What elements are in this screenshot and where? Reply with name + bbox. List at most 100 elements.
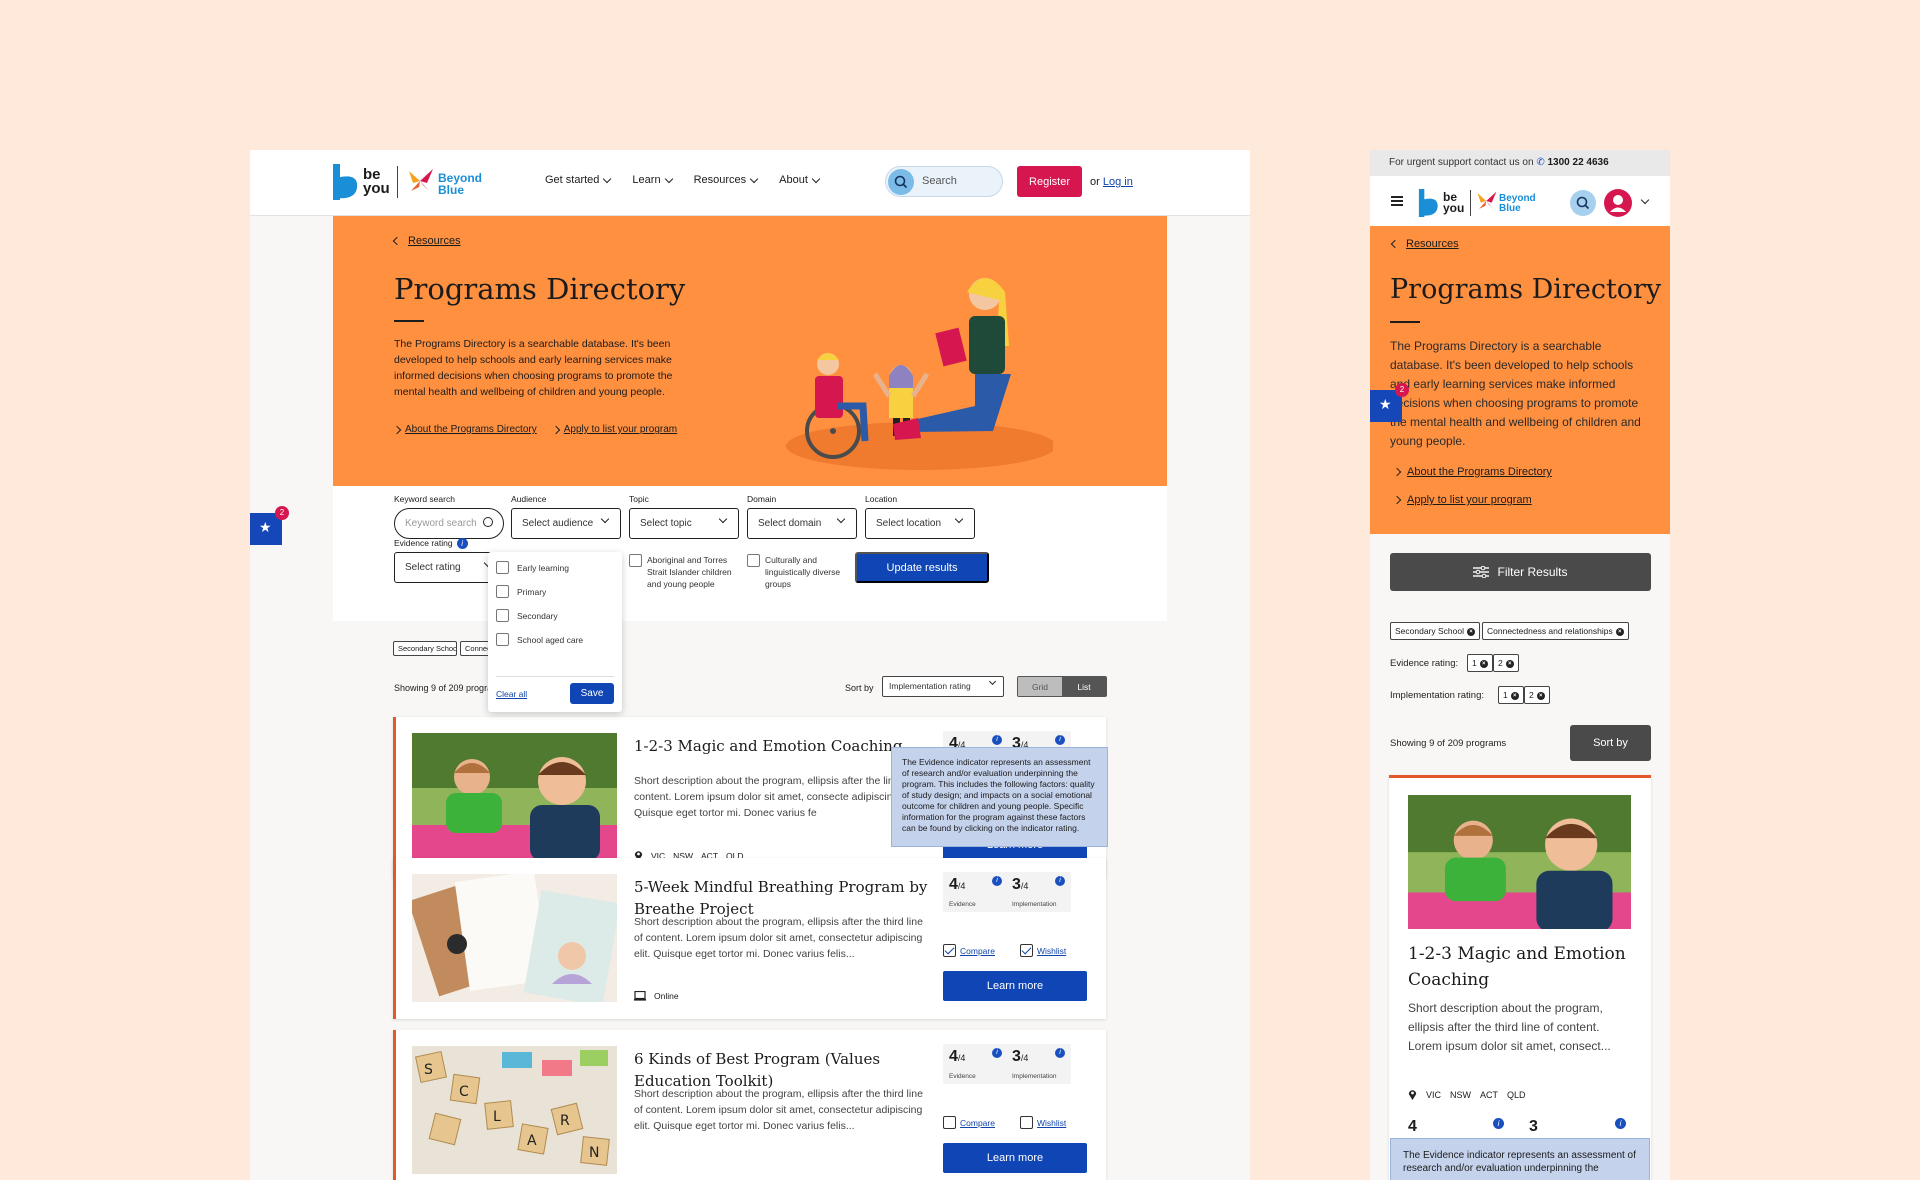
info-icon[interactable]: i (992, 876, 1002, 886)
butterfly-logo-icon[interactable] (407, 167, 435, 195)
breadcrumb[interactable]: Resources (1390, 238, 1459, 250)
remove-chip-icon[interactable]: × (1510, 691, 1519, 700)
favourites-button[interactable]: ★ 2 (1370, 383, 1409, 422)
info-icon[interactable]: i (1055, 735, 1065, 745)
filter-chip-secondary[interactable]: Secondary School× (1390, 622, 1480, 640)
audience-checkbox[interactable] (496, 633, 509, 646)
audience-option[interactable]: School aged care (496, 633, 583, 646)
register-button[interactable]: Register (1017, 166, 1082, 197)
chevron-down-icon[interactable] (1640, 195, 1650, 205)
audience-select[interactable]: Select audience (511, 508, 621, 539)
evidence-rating[interactable]: 4/4 i Evidence (943, 1044, 1008, 1084)
implementation-chip-2[interactable]: 2 × (1524, 686, 1550, 704)
program-card[interactable]: 5-Week Mindful Breathing Program by Brea… (393, 858, 1106, 1019)
info-icon[interactable]: i (1615, 1118, 1626, 1129)
about-directory-text[interactable]: About the Programs Directory (405, 424, 537, 435)
sort-select[interactable]: Implementation rating (882, 676, 1004, 697)
audience-option[interactable]: Early learning (496, 561, 569, 574)
compare-label[interactable]: Compare (960, 946, 995, 956)
evidence-chip-2[interactable]: 2 × (1493, 654, 1519, 672)
program-title[interactable]: 1-2-3 Magic and Emotion Coaching (634, 735, 934, 757)
breadcrumb[interactable]: Resources (392, 235, 461, 247)
about-directory-text[interactable]: About the Programs Directory (1407, 466, 1552, 478)
clear-all-link[interactable]: Clear all (496, 689, 527, 699)
remove-chip-icon[interactable]: × (1479, 659, 1488, 668)
info-icon[interactable]: i (1055, 876, 1065, 886)
apply-program-link[interactable]: Apply to list your program (551, 424, 677, 435)
info-icon[interactable]: i (1055, 1048, 1065, 1058)
breadcrumb-resources[interactable]: Resources (1406, 238, 1459, 250)
about-directory-link[interactable]: About the Programs Directory (1392, 466, 1552, 478)
evidence-chip-1[interactable]: 1 × (1467, 654, 1493, 672)
apply-program-text[interactable]: Apply to list your program (1407, 494, 1532, 506)
sort-by-button[interactable]: Sort by (1570, 725, 1651, 761)
info-icon[interactable]: i (992, 735, 1002, 745)
search-field[interactable]: Search (885, 166, 1003, 197)
implementation-rating[interactable]: 3/4 i Implementation (1006, 872, 1071, 912)
audience-checkbox[interactable] (496, 585, 509, 598)
about-directory-link[interactable]: About the Programs Directory (392, 424, 537, 435)
domain-select[interactable]: Select domain (747, 508, 857, 539)
apply-program-link[interactable]: Apply to list your program (1392, 494, 1532, 506)
audience-option[interactable]: Primary (496, 585, 546, 598)
implementation-rating[interactable]: 3/4 i Implementation (1006, 1044, 1071, 1084)
info-icon[interactable]: i (456, 538, 468, 550)
remove-chip-icon[interactable]: × (1536, 691, 1545, 700)
update-results-button[interactable]: Update results (855, 552, 989, 583)
grid-view-button[interactable]: Grid (1018, 677, 1062, 696)
nav-about[interactable]: About (779, 174, 821, 186)
save-button[interactable]: Save (570, 683, 614, 704)
support-phone-link[interactable]: 1300 22 4636 (1547, 157, 1608, 168)
search-icon[interactable] (888, 169, 914, 195)
learn-more-button[interactable]: Learn more (943, 971, 1087, 1001)
compare-toggle[interactable]: Compare (943, 1116, 995, 1129)
search-icon[interactable] (1570, 190, 1596, 216)
program-card[interactable]: 1-2-3 Magic and Emotion Coaching Short d… (1389, 775, 1651, 1180)
info-icon[interactable]: i (992, 1048, 1002, 1058)
evidence-score[interactable]: 4 (1408, 1118, 1417, 1136)
butterfly-logo-icon[interactable] (1476, 190, 1498, 212)
nav-get-started[interactable]: Get started (545, 174, 612, 186)
evidence-rating[interactable]: 4/4 i Evidence (943, 872, 1008, 912)
compare-toggle[interactable]: Compare (943, 944, 995, 957)
audience-option[interactable]: Secondary (496, 609, 558, 622)
wishlist-checkbox[interactable] (1020, 1116, 1033, 1129)
keyword-search-input[interactable]: Keyword search (394, 508, 504, 539)
program-card[interactable]: S C L A R N 6 Kinds of Best Program (Val… (393, 1030, 1106, 1180)
remove-chip-icon[interactable]: × (1505, 659, 1514, 668)
wishlist-label[interactable]: Wishlist (1037, 1118, 1066, 1128)
wishlist-label[interactable]: Wishlist (1037, 946, 1066, 956)
cald-checkbox[interactable] (747, 554, 760, 567)
wishlist-checkbox[interactable] (1020, 944, 1033, 957)
implementation-score[interactable]: 3 (1529, 1118, 1538, 1136)
location-select[interactable]: Select location (865, 508, 975, 539)
login-link[interactable]: Log in (1103, 176, 1133, 188)
list-view-button[interactable]: List (1062, 677, 1106, 696)
audience-checkbox[interactable] (496, 609, 509, 622)
compare-checkbox[interactable] (943, 1116, 956, 1129)
account-avatar-icon[interactable] (1604, 189, 1632, 217)
topic-select[interactable]: Select topic (629, 508, 739, 539)
remove-chip-icon[interactable]: × (1615, 627, 1624, 636)
filter-chip-secondary[interactable]: Secondary School× (393, 641, 457, 656)
learn-more-button[interactable]: Learn more (943, 1143, 1087, 1173)
compare-checkbox[interactable] (943, 944, 956, 957)
apply-program-text[interactable]: Apply to list your program (564, 424, 677, 435)
wishlist-toggle[interactable]: Wishlist (1020, 1116, 1066, 1129)
hamburger-menu-icon[interactable] (1391, 196, 1403, 206)
be-you-logo-icon[interactable] (333, 164, 359, 200)
atsi-checkbox[interactable] (629, 554, 642, 567)
breadcrumb-resources[interactable]: Resources (408, 235, 461, 247)
compare-label[interactable]: Compare (960, 1118, 995, 1128)
program-title[interactable]: 1-2-3 Magic and Emotion Coaching (1408, 941, 1633, 993)
audience-checkbox[interactable] (496, 561, 509, 574)
nav-learn[interactable]: Learn (632, 174, 673, 186)
nav-resources[interactable]: Resources (694, 174, 759, 186)
be-you-logo-icon[interactable] (1418, 189, 1440, 217)
filter-chip-connectedness[interactable]: Connectedness and relationships × (1482, 622, 1629, 640)
wishlist-toggle[interactable]: Wishlist (1020, 944, 1066, 957)
info-icon[interactable]: i (1493, 1118, 1504, 1129)
filter-results-button[interactable]: Filter Results (1390, 553, 1651, 591)
favourites-button[interactable]: ★ 2 (250, 506, 289, 545)
implementation-chip-1[interactable]: 1 × (1498, 686, 1524, 704)
